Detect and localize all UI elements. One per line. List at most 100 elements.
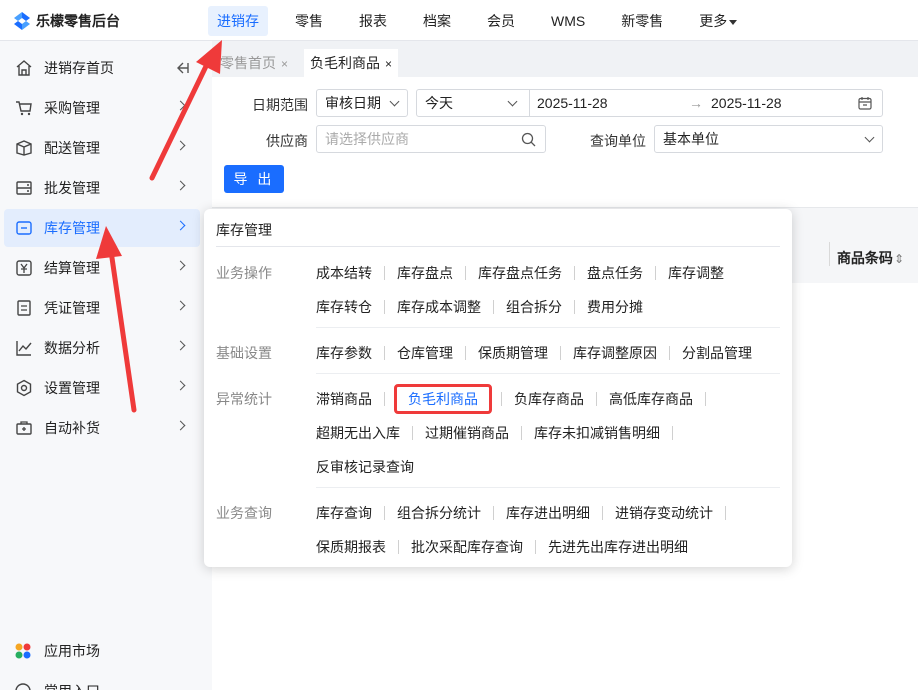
tab-retail-home[interactable]: 零售首页 × [214, 49, 294, 77]
divider [529, 89, 530, 117]
sidebar-item-jxc-home[interactable]: 进销存首页 [4, 49, 200, 87]
menu-link-batch-stock-query[interactable]: 批次采配库存查询 [411, 537, 523, 557]
column-header-barcode[interactable]: 商品条码⇕ [837, 248, 904, 268]
menu-link-combo-split[interactable]: 组合拆分 [506, 297, 562, 317]
separator [465, 266, 466, 280]
menu-link-overdue-no-movement[interactable]: 超期无出入库 [316, 423, 400, 443]
tab-negative-margin[interactable]: 负毛利商品 × [304, 49, 399, 77]
divider [316, 487, 780, 488]
topnav-member[interactable]: 会员 [478, 6, 524, 36]
sidebar-item-label: 自动补货 [44, 420, 100, 436]
query-unit-select[interactable]: 基本单位 [654, 125, 883, 153]
chevron-right-icon [175, 340, 186, 351]
menu-link-stock-io-detail[interactable]: 库存进出明细 [506, 503, 590, 523]
menu-link-expired-promo[interactable]: 过期催销商品 [425, 423, 509, 443]
menu-link-cost-carryover[interactable]: 成本结转 [316, 263, 372, 283]
close-icon[interactable]: × [281, 57, 288, 71]
menu-link-jxc-change-stats[interactable]: 进销存变动统计 [615, 503, 713, 523]
date-type-select[interactable]: 审核日期 [316, 89, 408, 117]
menu-link-reverse-audit-log[interactable]: 反审核记录查询 [316, 457, 414, 477]
separator [384, 346, 385, 360]
menu-link-expense-allocation[interactable]: 费用分摊 [587, 297, 643, 317]
replenish-icon [16, 421, 32, 435]
separator [493, 506, 494, 520]
chevron-down-icon [389, 96, 400, 107]
sidebar: 进销存首页 采购管理 配送管理 批发管理 库存管理 结算管理 凭证管理 数据分析 [0, 41, 212, 690]
sidebar-item-distribution[interactable]: 配送管理 [4, 129, 200, 167]
separator [535, 540, 536, 554]
query-row-1: 库存查询 组合拆分统计 库存进出明细 进销存变动统计 [316, 503, 726, 523]
chevron-down-icon [864, 132, 875, 143]
sort-icon[interactable]: ⇕ [894, 252, 904, 266]
menu-link-cost-adjust[interactable]: 库存成本调整 [397, 297, 481, 317]
close-icon[interactable]: × [385, 57, 392, 71]
menu-link-unreduced-sales[interactable]: 库存未扣减销售明细 [534, 423, 660, 443]
sidebar-item-data-analysis[interactable]: 数据分析 [4, 329, 200, 367]
topnav-wms[interactable]: WMS [542, 6, 594, 36]
topnav-new-retail[interactable]: 新零售 [612, 6, 672, 36]
search-icon[interactable] [521, 132, 536, 147]
sidebar-item-wholesale[interactable]: 批发管理 [4, 169, 200, 207]
date-range-label: 日期范围 [252, 97, 308, 113]
group-title-basic: 基础设置 [216, 345, 272, 361]
cart-icon [16, 101, 32, 116]
sidebar-item-voucher[interactable]: 凭证管理 [4, 289, 200, 327]
topnav-jxc[interactable]: 进销存 [208, 6, 268, 36]
sidebar-item-settlement[interactable]: 结算管理 [4, 249, 200, 287]
menu-link-shelf-life[interactable]: 保质期管理 [478, 343, 548, 363]
currency-icon [16, 260, 32, 276]
date-end[interactable]: 2025-11-28 [711, 90, 782, 116]
menu-link-warehouse[interactable]: 仓库管理 [397, 343, 453, 363]
home-icon [16, 60, 32, 76]
tab-label: 负毛利商品 [310, 55, 380, 71]
separator [574, 300, 575, 314]
menu-link-adjust-reason[interactable]: 库存调整原因 [573, 343, 657, 363]
sidebar-item-shortcuts[interactable]: 常用入口 [14, 681, 100, 690]
sidebar-item-auto-replenish[interactable]: 自动补货 [4, 409, 200, 447]
separator [398, 540, 399, 554]
topnav-archive[interactable]: 档案 [414, 6, 460, 36]
menu-link-combo-stats[interactable]: 组合拆分统计 [397, 503, 481, 523]
wholesale-icon [16, 181, 32, 195]
menu-link-split-goods[interactable]: 分割品管理 [682, 343, 752, 363]
business-ops-row-2: 库存转仓 库存成本调整 组合拆分 费用分摊 [316, 297, 643, 317]
sidebar-item-purchase[interactable]: 采购管理 [4, 89, 200, 127]
menu-link-stocktake-task[interactable]: 库存盘点任务 [478, 263, 562, 283]
menu-link-stock-query[interactable]: 库存查询 [316, 503, 372, 523]
sidebar-item-inventory[interactable]: 库存管理 [4, 209, 200, 247]
menu-link-shelf-life-report[interactable]: 保质期报表 [316, 537, 386, 557]
chevron-right-icon [175, 300, 186, 311]
menu-link-count-task[interactable]: 盘点任务 [587, 263, 643, 283]
sidebar-item-label: 采购管理 [44, 100, 100, 116]
calendar-icon[interactable] [858, 96, 872, 110]
menu-link-stock-params[interactable]: 库存参数 [316, 343, 372, 363]
date-start[interactable]: 2025-11-28 [537, 90, 608, 116]
column-divider [829, 242, 830, 266]
separator [574, 266, 575, 280]
chevron-right-icon [175, 260, 186, 271]
date-range-picker[interactable]: 今天 2025-11-28 → 2025-11-28 [416, 89, 883, 117]
collapse-sidebar-icon[interactable] [174, 60, 190, 76]
sidebar-item-settings[interactable]: 设置管理 [4, 369, 200, 407]
menu-link-stocktake[interactable]: 库存盘点 [397, 263, 453, 283]
export-button[interactable]: 导 出 [224, 165, 284, 193]
menu-link-negative-stock[interactable]: 负库存商品 [514, 389, 584, 409]
menu-link-stock-adjust[interactable]: 库存调整 [668, 263, 724, 283]
topnav-reports[interactable]: 报表 [350, 6, 396, 36]
menu-link-negative-margin[interactable]: 负毛利商品 [394, 384, 492, 414]
topnav-retail[interactable]: 零售 [286, 6, 332, 36]
separator [493, 300, 494, 314]
sidebar-item-label: 批发管理 [44, 180, 100, 196]
supplier-input[interactable]: 请选择供应商 [316, 125, 546, 153]
menu-link-high-low-stock[interactable]: 高低库存商品 [609, 389, 693, 409]
brand[interactable]: 乐檬零售后台 [14, 11, 120, 31]
sidebar-item-label: 结算管理 [44, 260, 100, 276]
menu-link-stock-transfer[interactable]: 库存转仓 [316, 297, 372, 317]
menu-link-slow-moving[interactable]: 滞销商品 [316, 389, 372, 409]
topnav-more[interactable]: 更多 [690, 6, 746, 36]
popup-title: 库存管理 [216, 222, 272, 238]
separator [384, 506, 385, 520]
separator [596, 392, 597, 406]
menu-link-fifo-detail[interactable]: 先进先出库存进出明细 [548, 537, 688, 557]
sidebar-item-app-market[interactable]: 应用市场 [14, 641, 100, 661]
